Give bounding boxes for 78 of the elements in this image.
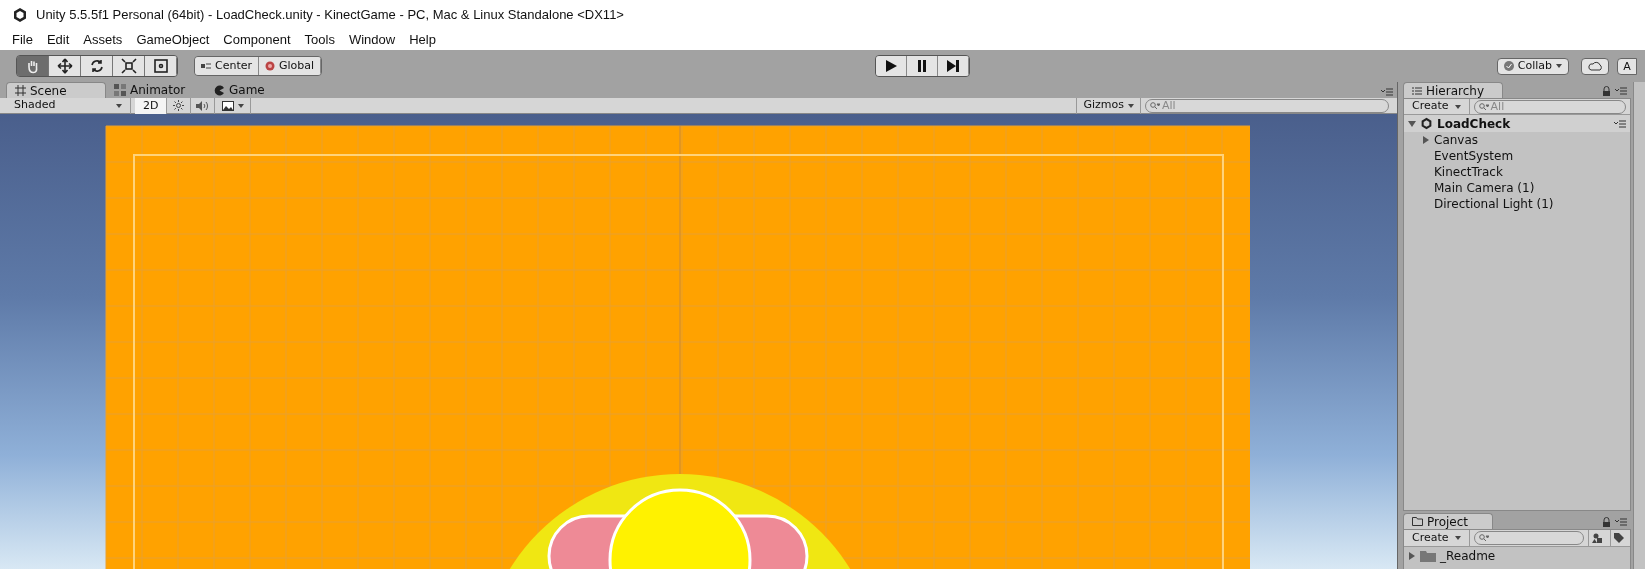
sun-icon bbox=[173, 100, 185, 111]
hierarchy-item[interactable]: Main Camera (1) bbox=[1434, 179, 1535, 197]
scale-icon bbox=[120, 58, 137, 74]
caret-icon bbox=[1128, 103, 1134, 108]
hierarchy-item[interactable]: Directional Light (1) bbox=[1434, 195, 1554, 213]
account-button[interactable]: A bbox=[1617, 57, 1637, 75]
expanded-arrow-icon[interactable] bbox=[1408, 119, 1416, 128]
gizmos-dropdown[interactable]: Gizmos bbox=[1076, 97, 1141, 114]
panel-tab[interactable]: Hierarchy bbox=[1403, 82, 1503, 98]
shapes-icon bbox=[1592, 533, 1603, 543]
panel-menu-icon[interactable] bbox=[1381, 88, 1393, 96]
create-dropdown[interactable]: Create bbox=[1404, 98, 1470, 115]
speaker-icon bbox=[196, 100, 210, 111]
panel-tab[interactable]: Project bbox=[1403, 513, 1493, 529]
cloud-button[interactable] bbox=[1581, 57, 1609, 75]
cloud-icon bbox=[1587, 61, 1603, 71]
panel-menu-icon[interactable] bbox=[1615, 518, 1627, 526]
unity-logo-icon bbox=[1420, 117, 1433, 130]
pause-button[interactable] bbox=[907, 56, 939, 76]
hierarchy-item[interactable]: KinectTrack bbox=[1434, 163, 1503, 181]
tool-button[interactable] bbox=[145, 56, 177, 76]
menu-item[interactable]: Edit bbox=[40, 30, 76, 50]
search-icon bbox=[1150, 101, 1160, 110]
search-icon bbox=[1478, 534, 1489, 542]
unity-logo-icon bbox=[12, 7, 28, 23]
lock-icon[interactable] bbox=[1602, 86, 1611, 96]
tool-button[interactable] bbox=[49, 56, 81, 76]
grid-icon bbox=[15, 85, 26, 96]
caret-icon bbox=[1454, 536, 1461, 540]
menu-item[interactable]: Window bbox=[342, 30, 402, 50]
menu-item[interactable]: Assets bbox=[77, 30, 129, 50]
tool-button[interactable] bbox=[81, 56, 113, 76]
list-icon bbox=[1412, 86, 1422, 95]
project-item[interactable]: _Readme bbox=[1440, 547, 1496, 565]
menu-item[interactable]: Tools bbox=[298, 30, 341, 50]
folder-icon bbox=[1412, 517, 1423, 526]
rect-tool-icon bbox=[152, 58, 169, 74]
panel-menu-icon[interactable] bbox=[1615, 87, 1627, 95]
panel-tab[interactable]: Game bbox=[206, 82, 306, 98]
nodes-icon bbox=[114, 84, 126, 96]
pacman-icon bbox=[214, 84, 225, 96]
menu-item[interactable]: Help bbox=[403, 30, 442, 50]
hierarchy-item[interactable]: Canvas bbox=[1434, 131, 1479, 149]
tool-button[interactable] bbox=[113, 56, 145, 76]
pivot-button[interactable]: Global bbox=[259, 57, 322, 75]
caret-icon bbox=[237, 103, 244, 108]
rotate-icon bbox=[88, 58, 105, 74]
search-icon bbox=[1478, 102, 1489, 111]
step-icon bbox=[946, 59, 961, 73]
menu-item[interactable]: File bbox=[6, 30, 39, 50]
collab-button[interactable]: Collab bbox=[1496, 57, 1569, 75]
play-icon bbox=[884, 59, 899, 73]
pivot-button[interactable]: Center bbox=[195, 57, 260, 75]
toggle-2d-button[interactable]: 2D bbox=[135, 97, 168, 114]
hierarchy-item[interactable]: EventSystem bbox=[1434, 147, 1514, 165]
image-icon bbox=[221, 100, 234, 111]
tag-icon bbox=[1614, 533, 1625, 543]
search-field[interactable] bbox=[1473, 531, 1584, 545]
caret-icon bbox=[116, 103, 122, 108]
caret-icon bbox=[1454, 104, 1461, 109]
collapsed-arrow-icon[interactable] bbox=[1408, 552, 1416, 560]
shading-dropdown[interactable]: Shaded bbox=[6, 97, 131, 114]
collapsed-arrow-icon[interactable] bbox=[1422, 136, 1430, 144]
globe-icon bbox=[265, 61, 276, 71]
menu-item[interactable]: Component bbox=[217, 30, 297, 50]
panel-menu-icon[interactable] bbox=[1614, 119, 1626, 128]
panel-tab[interactable]: Scene bbox=[6, 82, 106, 98]
panel-tab[interactable]: Animator bbox=[106, 82, 206, 98]
pivot-icon bbox=[201, 62, 211, 70]
check-icon bbox=[1503, 61, 1514, 71]
window-title: Unity 5.5.5f1 Personal (64bit) - LoadCheck.unity - KinectGame - PC, Mac & Linux Standalone <DX11> bbox=[36, 6, 624, 25]
menu-item[interactable]: GameObject bbox=[130, 30, 216, 50]
step-button[interactable] bbox=[938, 56, 970, 76]
play-button[interactable] bbox=[876, 56, 908, 76]
lock-icon[interactable] bbox=[1602, 517, 1611, 527]
move-icon bbox=[56, 58, 73, 74]
folder-icon bbox=[1420, 550, 1436, 562]
caret-icon bbox=[1556, 64, 1562, 68]
